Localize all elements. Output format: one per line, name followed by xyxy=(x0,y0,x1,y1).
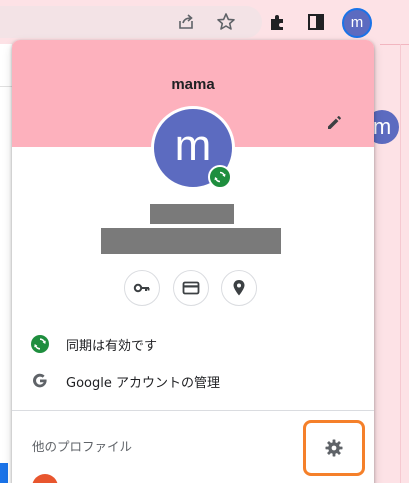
sync-icon xyxy=(30,334,50,354)
extensions-icon[interactable] xyxy=(266,10,290,34)
manage-account-row[interactable]: Google アカウントの管理 xyxy=(12,363,374,399)
page-accent xyxy=(0,463,8,483)
sync-status-row[interactable]: 同期は有効です xyxy=(12,326,374,362)
redacted-account-email xyxy=(101,228,281,254)
credit-card-icon xyxy=(182,281,200,295)
key-icon xyxy=(133,283,150,293)
other-profiles-label: 他のプロファイル xyxy=(32,439,133,454)
star-icon[interactable] xyxy=(214,10,238,34)
browser-toolbar: m xyxy=(0,0,409,44)
edit-profile-button[interactable] xyxy=(321,110,347,136)
page-content-left xyxy=(0,44,12,483)
settings-highlight-box xyxy=(303,420,365,476)
sync-badge xyxy=(208,165,232,189)
addresses-button[interactable] xyxy=(221,270,257,306)
payment-methods-button[interactable] xyxy=(173,270,209,306)
google-g-icon xyxy=(30,371,50,391)
profile-name: mama xyxy=(171,76,215,93)
share-icon[interactable] xyxy=(174,10,198,34)
manage-account-label: Google アカウントの管理 xyxy=(66,375,220,391)
profile-avatar-button[interactable]: m xyxy=(342,8,372,38)
other-profile-avatar[interactable] xyxy=(32,474,58,483)
side-panel-icon[interactable] xyxy=(304,10,328,34)
pencil-icon xyxy=(328,116,341,129)
sync-icon xyxy=(214,171,226,183)
profile-menu-popup: mama m 同期は有効です Google アカウントの管理 他のプロファイル xyxy=(12,40,374,483)
passwords-button[interactable] xyxy=(124,270,160,306)
section-divider xyxy=(12,410,374,411)
page-divider-right xyxy=(380,44,409,45)
redacted-account-name xyxy=(150,204,234,224)
sync-status-label: 同期は有効です xyxy=(66,338,158,354)
page-divider xyxy=(0,86,12,87)
location-pin-icon xyxy=(233,280,245,296)
page-edge xyxy=(400,44,401,483)
